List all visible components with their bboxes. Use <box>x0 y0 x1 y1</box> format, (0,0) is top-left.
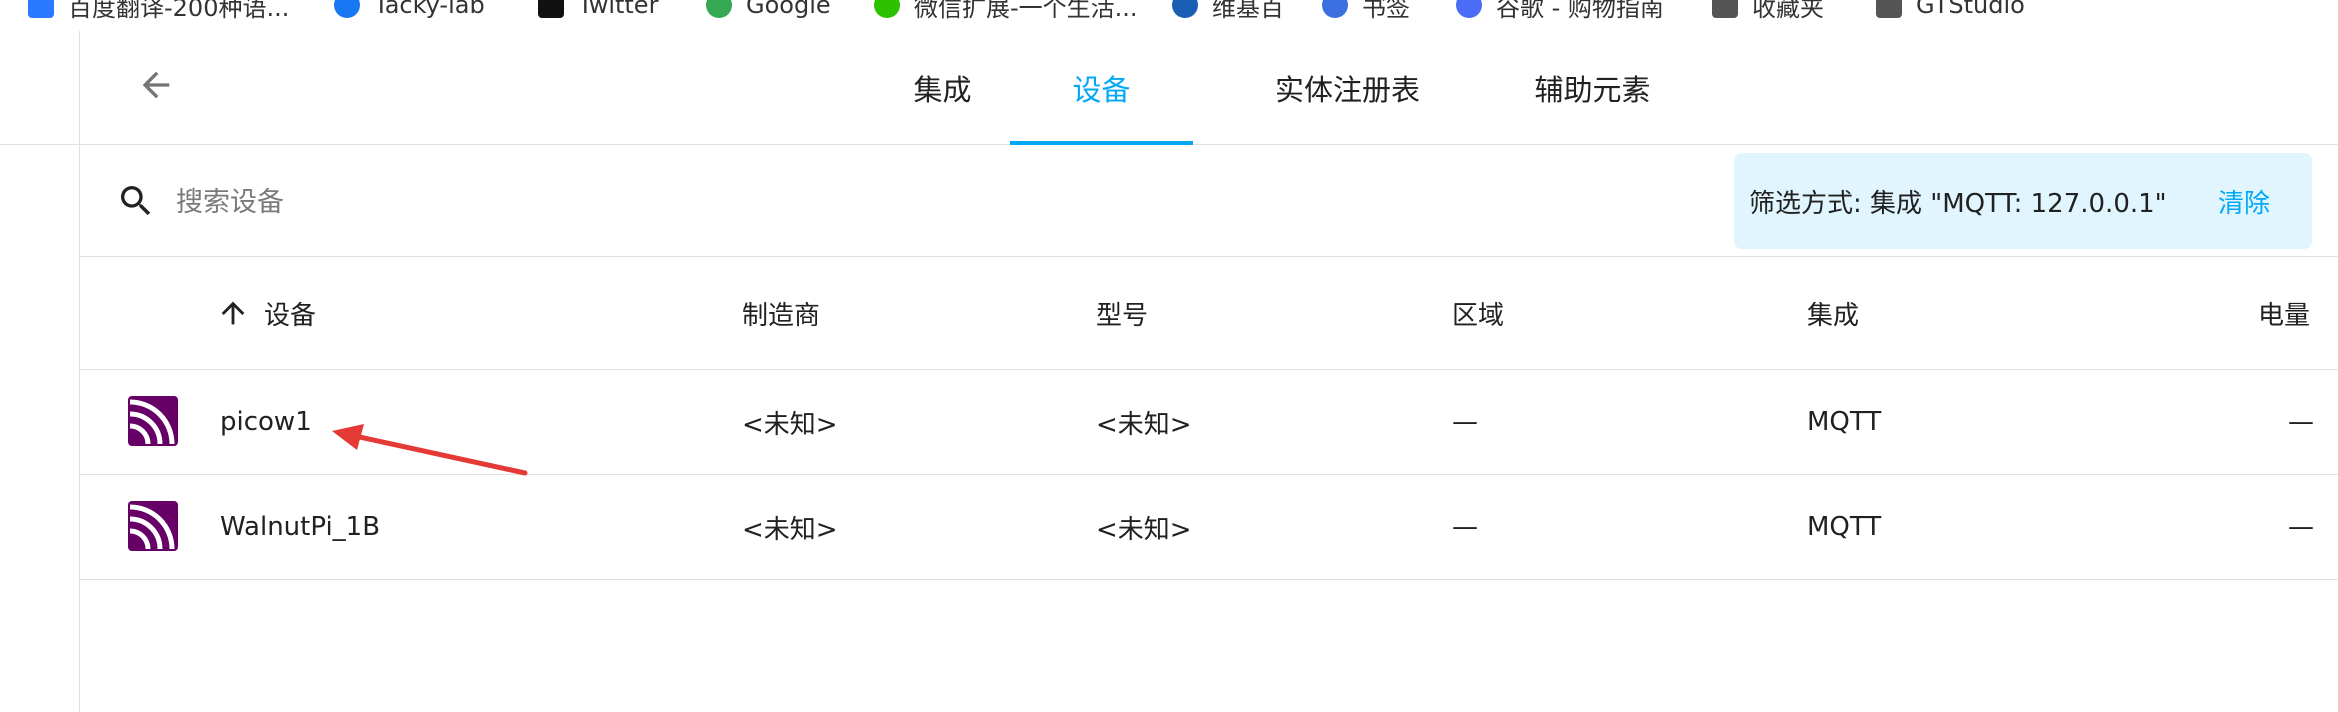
bookmark-item[interactable]: 收藏夹 <box>1712 0 1824 22</box>
bookmark-item[interactable]: 谷歌 - 购物指南 <box>1456 0 1664 22</box>
device-manufacturer: <未知> <box>742 514 838 545</box>
device-model: <未知> <box>1096 514 1192 545</box>
device-area: — <box>1452 512 1478 542</box>
search-bar: 筛选方式: 集成 "MQTT: 127.0.0.1" 清除 <box>80 145 2338 257</box>
column-header-area[interactable]: 区域 <box>1452 257 1504 369</box>
device-area: — <box>1452 407 1478 437</box>
column-header-model[interactable]: 型号 <box>1096 257 1148 369</box>
tab-entities[interactable]: 实体注册表 <box>1240 31 1455 144</box>
bookmarks-bar: 百度翻译-200种语... Tacky-lab Twitter Google 微… <box>0 0 2338 32</box>
arrow-left-icon <box>142 71 170 99</box>
device-name: WalnutPi_1B <box>220 512 381 542</box>
tab-devices[interactable]: 设备 <box>1010 31 1193 145</box>
folder-icon <box>1876 0 1902 18</box>
mqtt-icon <box>128 396 178 446</box>
wechat-icon <box>874 0 900 18</box>
device-battery: — <box>2288 407 2314 437</box>
column-header-battery[interactable]: 电量 <box>2258 257 2310 369</box>
bookmark-item[interactable]: Twitter <box>538 0 658 20</box>
search-input[interactable] <box>174 173 1078 231</box>
clear-filter-button[interactable]: 清除 <box>2218 153 2270 249</box>
wiki-icon <box>1172 0 1198 18</box>
bookmark-item[interactable]: Tacky-lab <box>334 0 485 20</box>
device-integration: MQTT <box>1807 407 1882 437</box>
filter-text: 筛选方式: 集成 "MQTT: 127.0.0.1" <box>1749 188 2167 219</box>
bookmark-item[interactable]: 微信扩展-一个生活... <box>874 0 1138 22</box>
device-manufacturer: <未知> <box>742 409 838 440</box>
mqtt-icon <box>128 501 178 551</box>
device-battery: — <box>2288 512 2314 542</box>
device-model: <未知> <box>1096 409 1192 440</box>
table-header: 设备 制造商 型号 区域 集成 电量 <box>80 257 2338 370</box>
column-header-device[interactable]: 设备 <box>216 257 316 369</box>
column-header-integration[interactable]: 集成 <box>1807 257 1859 369</box>
filter-chip: 筛选方式: 集成 "MQTT: 127.0.0.1" 清除 <box>1734 153 2312 249</box>
device-name: picow1 <box>220 407 312 437</box>
sidebar-divider <box>0 144 79 145</box>
search-icon <box>121 186 151 216</box>
google-g-icon <box>1456 0 1482 18</box>
page-header: 集成 设备 实体注册表 辅助元素 <box>80 31 2338 145</box>
facebook-icon <box>334 0 360 18</box>
bookmark-icon <box>1322 0 1348 18</box>
tab-helpers[interactable]: 辅助元素 <box>1500 31 1685 144</box>
column-header-manufacturer[interactable]: 制造商 <box>742 257 820 369</box>
folder-icon <box>1712 0 1738 18</box>
bookmark-item[interactable]: 百度翻译-200种语... <box>28 0 289 22</box>
back-button[interactable] <box>130 59 182 111</box>
table-row[interactable]: picow1 <未知> <未知> — MQTT — <box>80 370 2338 475</box>
translate-icon <box>28 0 54 18</box>
google-icon <box>706 0 732 18</box>
table-row[interactable]: WalnutPi_1B <未知> <未知> — MQTT — <box>80 475 2338 580</box>
bookmark-item[interactable]: Google <box>706 0 831 20</box>
x-icon <box>538 0 564 18</box>
bookmark-item[interactable]: 书签 <box>1322 0 1410 22</box>
bookmark-item[interactable]: GTStudio <box>1876 0 2025 20</box>
tab-integrations[interactable]: 集成 <box>885 31 1000 144</box>
sidebar-rail <box>0 31 80 712</box>
arrow-up-icon <box>221 301 245 325</box>
bookmark-item[interactable]: 维基百 <box>1172 0 1284 22</box>
device-integration: MQTT <box>1807 512 1882 542</box>
